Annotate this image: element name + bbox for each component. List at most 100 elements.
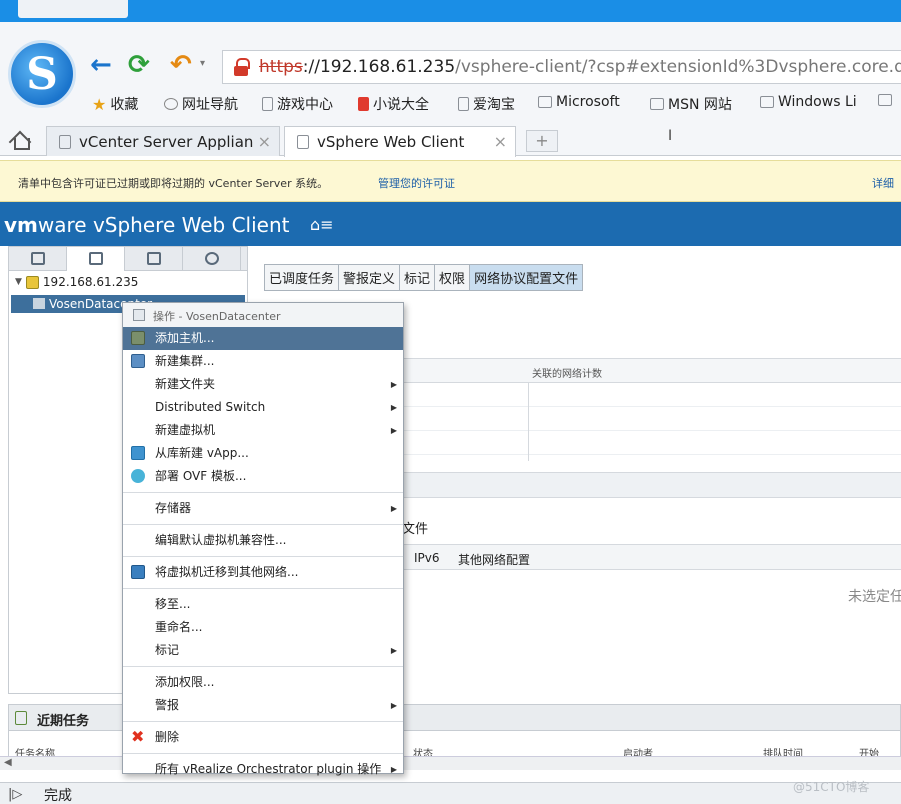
bookmark-msn[interactable]: MSN 网站 (650, 94, 732, 114)
ovf-icon (131, 469, 145, 483)
vapp-icon (131, 446, 145, 460)
hosts-clusters-tab[interactable] (9, 247, 67, 271)
menu-item-distributed-switch[interactable]: Distributed Switch ▶ (123, 396, 403, 419)
tab-network-protocol-profiles[interactable]: 网络协议配置文件 (470, 265, 583, 290)
status-bar: |▷ 完成 (0, 782, 901, 804)
bookmark-taobao[interactable]: 爱淘宝 (458, 94, 515, 114)
address-bar[interactable]: https://192.168.61.235/vsphere-client/?c… (222, 50, 901, 84)
tree-node-vcenter[interactable]: ▼ 192.168.61.235 (15, 275, 138, 289)
manage-subtabs: 已调度任务 警报定义 标记 权限 网络协议配置文件 (264, 264, 584, 291)
migrate-icon (131, 565, 145, 579)
scroll-left-icon[interactable]: ◀ (4, 757, 12, 768)
folder-icon (538, 96, 552, 108)
details-section-title: 文件 (402, 522, 429, 537)
storage-tab[interactable] (125, 247, 183, 271)
tab-vsphere-web-client[interactable]: vSphere Web Client × (284, 126, 516, 157)
tab-alarm-definitions[interactable]: 警报定义 (339, 265, 401, 290)
home-icon[interactable] (10, 130, 30, 150)
bookmark-favorites[interactable]: ★ 收藏 (92, 94, 138, 114)
menu-item-migrate-vm-network[interactable]: 将虚拟机迁移到其他网络... (123, 561, 403, 584)
submenu-arrow-icon: ▶ (390, 403, 397, 412)
folder-icon (650, 98, 664, 110)
menu-item-add-permission[interactable]: 添加权限... (123, 671, 403, 694)
submenu-arrow-icon: ▶ (390, 646, 397, 655)
menu-item-vro-actions[interactable]: 所有 vRealize Orchestrator plugin 操作 ▶ (123, 758, 403, 781)
license-warning-bar: 清单中包含许可证已过期或即将过期的 vCenter Server 系统。 管理您… (0, 160, 901, 202)
submenu-arrow-icon: ▶ (390, 504, 397, 513)
col-other-network-config[interactable]: 其他网络配置 (458, 551, 530, 568)
navigator-tabs (9, 247, 247, 271)
tasks-icon (15, 711, 27, 725)
close-tab-icon[interactable]: × (494, 132, 507, 151)
undo-icon[interactable]: ↶ (170, 50, 192, 80)
menu-item-move-to[interactable]: 移至... (123, 593, 403, 616)
manage-license-link[interactable]: 管理您的许可证 (378, 175, 455, 191)
status-text: 完成 (44, 788, 72, 804)
window-title-strip (0, 0, 901, 22)
vcenter-icon (25, 275, 39, 289)
col-ipv6[interactable]: IPv6 (414, 551, 440, 565)
cluster-icon (131, 354, 145, 368)
undo-dropdown-icon[interactable]: ▾ (200, 58, 205, 69)
vms-templates-tab[interactable] (67, 247, 125, 271)
details-link[interactable]: 详细 (872, 175, 894, 191)
menu-item-storage[interactable]: 存储器 ▶ (123, 497, 403, 520)
tab-vcenter-appliance[interactable]: vCenter Server Applian × (46, 126, 280, 156)
home-menu-icon[interactable]: ⌂≡ (310, 215, 334, 234)
storage-icon (147, 252, 161, 265)
folder-icon (878, 94, 892, 106)
novel-icon (358, 97, 369, 111)
address-url: https://192.168.61.235/vsphere-client/?c… (259, 57, 901, 77)
grid-col-network-count[interactable]: 关联的网络计数 (532, 365, 602, 380)
new-tab-button[interactable]: + (526, 130, 558, 152)
datacenter-icon (33, 298, 45, 309)
bookmark-windows-live[interactable]: Windows Li (760, 94, 857, 110)
actions-context-menu: 操作 - VosenDatacenter 添加主机... 新建集群... 新建文… (122, 302, 404, 776)
bookmark-more[interactable] (878, 94, 892, 106)
page-icon (297, 135, 309, 149)
bookmarks-bar: ★ 收藏 网址导航 游戏中心 小说大全 爱淘宝 Microsoft MSN 网站 … (0, 92, 901, 116)
vm-icon (89, 252, 103, 265)
refresh-icon[interactable]: ⟳ (128, 50, 150, 80)
menu-item-tags[interactable]: 标记 ▶ (123, 639, 403, 662)
tab-scheduled-tasks[interactable]: 已调度任务 (265, 265, 340, 290)
menu-item-edit-vm-compat[interactable]: 编辑默认虚拟机兼容性... (123, 529, 403, 552)
menu-item-new-vm[interactable]: 新建虚拟机 ▶ (123, 419, 403, 442)
menu-item-new-cluster[interactable]: 新建集群... (123, 350, 403, 373)
bookmark-microsoft[interactable]: Microsoft (538, 94, 620, 110)
bookmark-nav[interactable]: 网址导航 (164, 94, 238, 114)
back-arrow-icon[interactable]: ← (90, 50, 112, 80)
status-icon: |▷ (8, 787, 23, 802)
menu-item-deploy-ovf[interactable]: 部署 OVF 模板... (123, 465, 403, 488)
menu-separator (123, 556, 403, 557)
menu-item-new-vapp[interactable]: 从库新建 vApp... (123, 442, 403, 465)
browser-chrome: S ← ⟳ ↶ ▾ https://192.168.61.235/vsphere… (0, 22, 901, 157)
app-header: vmware vSphere Web Client ⌂≡ (0, 202, 901, 246)
expand-icon[interactable]: ▼ (15, 277, 22, 287)
menu-item-alarms[interactable]: 警报 ▶ (123, 694, 403, 717)
folder-icon (760, 96, 774, 108)
menu-item-new-folder[interactable]: 新建文件夹 ▶ (123, 373, 403, 396)
page-icon (458, 97, 469, 111)
menu-item-add-host[interactable]: 添加主机... (123, 327, 403, 350)
bookmark-games[interactable]: 游戏中心 (262, 94, 333, 114)
menu-item-delete[interactable]: ✖ 删除 (123, 726, 403, 749)
networking-tab[interactable] (183, 247, 241, 271)
context-menu-header: 操作 - VosenDatacenter (123, 303, 403, 327)
tab-tags[interactable]: 标记 (400, 265, 436, 290)
empty-state-text: 未选定任 (848, 589, 901, 605)
menu-separator (123, 753, 403, 754)
warning-message: 清单中包含许可证已过期或即将过期的 vCenter Server 系统。 (18, 177, 329, 190)
tab-permissions[interactable]: 权限 (435, 265, 471, 290)
bookmark-novels[interactable]: 小说大全 (358, 94, 429, 114)
hosts-icon (31, 252, 45, 265)
menu-separator (123, 492, 403, 493)
star-icon: ★ (92, 94, 107, 114)
menu-separator (123, 588, 403, 589)
window-tab-stub[interactable] (18, 0, 128, 18)
globe-icon (164, 98, 178, 110)
menu-separator (123, 721, 403, 722)
menu-item-rename[interactable]: 重命名... (123, 616, 403, 639)
close-tab-icon[interactable]: × (258, 132, 271, 151)
submenu-arrow-icon: ▶ (390, 426, 397, 435)
